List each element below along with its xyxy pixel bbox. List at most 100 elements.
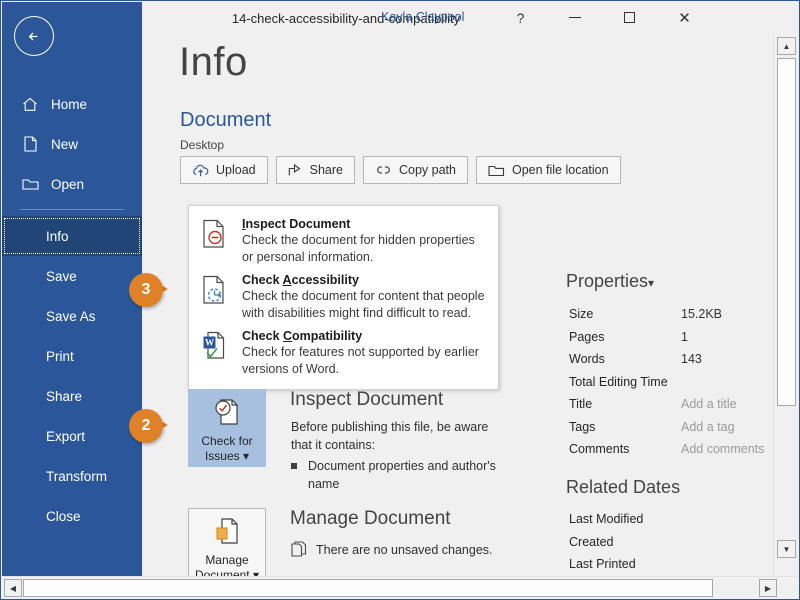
scroll-right-button[interactable]: ▶	[759, 579, 777, 597]
property-key: Size	[569, 307, 594, 322]
menu-item-inspect-document[interactable]: Inspect Document Check the document for …	[189, 214, 498, 270]
minimize-button[interactable]	[552, 1, 597, 34]
sidebar-item-label: Save As	[46, 308, 96, 324]
scroll-up-button[interactable]: ▲	[777, 37, 796, 55]
bullet-icon	[291, 463, 297, 470]
home-icon	[20, 95, 40, 113]
menu-item-title: Check Compatibility	[242, 329, 363, 343]
check-for-issues-button[interactable]: Check for Issues ▾	[188, 389, 266, 467]
sidebar-item-home[interactable]: Home	[2, 84, 142, 124]
sidebar-item-close[interactable]: Close	[2, 496, 142, 536]
inspect-document-bullet: Document properties and author's name	[308, 459, 496, 492]
new-document-icon	[20, 135, 40, 153]
menu-item-description: Check the document for content that peop…	[242, 289, 485, 320]
date-row[interactable]: Last Printed	[569, 553, 774, 576]
property-row[interactable]: Comments Add comments	[569, 438, 774, 461]
sidebar-item-label: Save	[46, 268, 77, 284]
help-button[interactable]: ?	[498, 1, 543, 34]
close-button[interactable]: ✕	[662, 1, 707, 34]
property-row[interactable]: Words 143	[569, 348, 774, 371]
manage-document-status-row: There are no unsaved changes.	[291, 541, 493, 563]
document-path: Desktop	[180, 138, 225, 152]
property-value: 143	[681, 352, 702, 367]
sidebar-item-print[interactable]: Print	[2, 336, 142, 376]
maximize-button[interactable]	[607, 1, 652, 34]
sidebar-item-label: Share	[46, 388, 83, 404]
check-compatibility-icon: W	[202, 329, 232, 377]
copy-document-icon	[291, 541, 307, 563]
maximize-icon	[624, 12, 635, 23]
date-row[interactable]: Created	[569, 531, 774, 554]
word-backstage-window: 14-check-accessibility-and-compatibility…	[0, 0, 800, 600]
check-for-issues-label-1: Check for	[201, 434, 253, 448]
date-key: Last Printed	[569, 557, 636, 572]
open-file-location-button[interactable]: Open file location	[475, 156, 621, 184]
page-title: Info	[179, 40, 248, 84]
menu-item-text: Check Accessibility Check the document f…	[242, 273, 488, 321]
back-button[interactable]	[14, 16, 54, 56]
copy-path-button[interactable]: Copy path	[362, 156, 468, 184]
manage-document-heading: Manage Document	[290, 508, 451, 529]
inspect-document-body: Before publishing this file, be aware th…	[291, 418, 506, 494]
sidebar-item-share[interactable]: Share	[2, 376, 142, 416]
sidebar-item-label: Close	[46, 508, 81, 524]
menu-item-check-accessibility[interactable]: Check Accessibility Check the document f…	[189, 270, 498, 326]
date-key: Created	[569, 534, 614, 549]
horizontal-scroll-thumb[interactable]	[23, 579, 713, 597]
scroll-left-button[interactable]: ◀	[4, 579, 22, 597]
minimize-icon	[568, 17, 581, 18]
open-folder-icon	[20, 175, 40, 193]
backstage-content: Info Document Desktop Upload Share Copy …	[142, 35, 774, 578]
manage-document-label-1: Manage	[205, 553, 249, 567]
properties-title[interactable]: Properties▾	[566, 271, 654, 292]
sidebar-item-label: Home	[51, 96, 88, 112]
sidebar-item-label: New	[51, 136, 79, 152]
check-for-issues-icon	[212, 397, 242, 431]
properties-list: Size 15.2KB Pages 1 Words 143 Total Edit…	[569, 303, 774, 461]
property-row[interactable]: Size 15.2KB	[569, 303, 774, 326]
property-row[interactable]: Total Editing Time	[569, 371, 774, 394]
sidebar-item-open[interactable]: Open	[2, 164, 142, 204]
property-row[interactable]: Tags Add a tag	[569, 416, 774, 439]
inspect-document-bullet-row: Document properties and author's name	[291, 457, 506, 493]
callout-badge-2: 2	[129, 409, 168, 443]
vertical-scroll-thumb[interactable]	[777, 58, 796, 406]
callout-badge-3: 3	[129, 273, 168, 307]
vertical-scrollbar[interactable]: ▲ ▼	[773, 35, 798, 578]
check-accessibility-icon	[202, 273, 232, 321]
folder-open-icon	[488, 164, 505, 177]
back-arrow-icon	[28, 32, 37, 40]
property-value-placeholder[interactable]: Add a title	[681, 397, 737, 411]
property-value-placeholder[interactable]: Add comments	[681, 442, 764, 456]
callout-number: 2	[129, 409, 163, 443]
property-key: Total Editing Time	[569, 374, 668, 389]
inspect-document-icon	[202, 217, 232, 265]
sidebar-item-save-as[interactable]: Save As	[2, 296, 142, 336]
callout-number: 3	[129, 273, 163, 307]
property-value-placeholder[interactable]: Add a tag	[681, 420, 735, 434]
close-icon: ✕	[678, 9, 691, 27]
document-actions: Upload Share Copy path Open file locatio…	[180, 156, 621, 184]
sidebar-item-export[interactable]: Export	[2, 416, 142, 456]
property-row[interactable]: Pages 1	[569, 326, 774, 349]
sidebar-item-save[interactable]: Save	[2, 256, 142, 296]
property-value: 15.2KB	[681, 307, 723, 322]
property-key: Comments	[569, 442, 630, 457]
sidebar-item-transform[interactable]: Transform	[2, 456, 142, 496]
upload-button[interactable]: Upload	[180, 156, 268, 184]
horizontal-scrollbar[interactable]: ◀ ▶	[2, 576, 799, 598]
manage-document-icon	[212, 516, 242, 550]
account-user-name[interactable]: Kayla Claypool	[381, 10, 464, 24]
question-mark-icon: ?	[516, 9, 525, 26]
inspect-document-heading: Inspect Document	[290, 389, 444, 410]
sidebar-item-new[interactable]: New	[2, 124, 142, 164]
manage-document-button[interactable]: Manage Document ▾	[188, 508, 266, 578]
date-row[interactable]: Last Modified	[569, 508, 774, 531]
property-row[interactable]: Title Add a title	[569, 393, 774, 416]
share-button[interactable]: Share	[275, 156, 355, 184]
svg-text:W: W	[205, 338, 214, 348]
sidebar-item-info[interactable]: Info	[2, 216, 142, 256]
sidebar-item-label: Info	[46, 228, 69, 244]
scroll-down-button[interactable]: ▼	[777, 540, 796, 558]
menu-item-check-compatibility[interactable]: W Check Compatibility Check for features…	[189, 326, 498, 382]
